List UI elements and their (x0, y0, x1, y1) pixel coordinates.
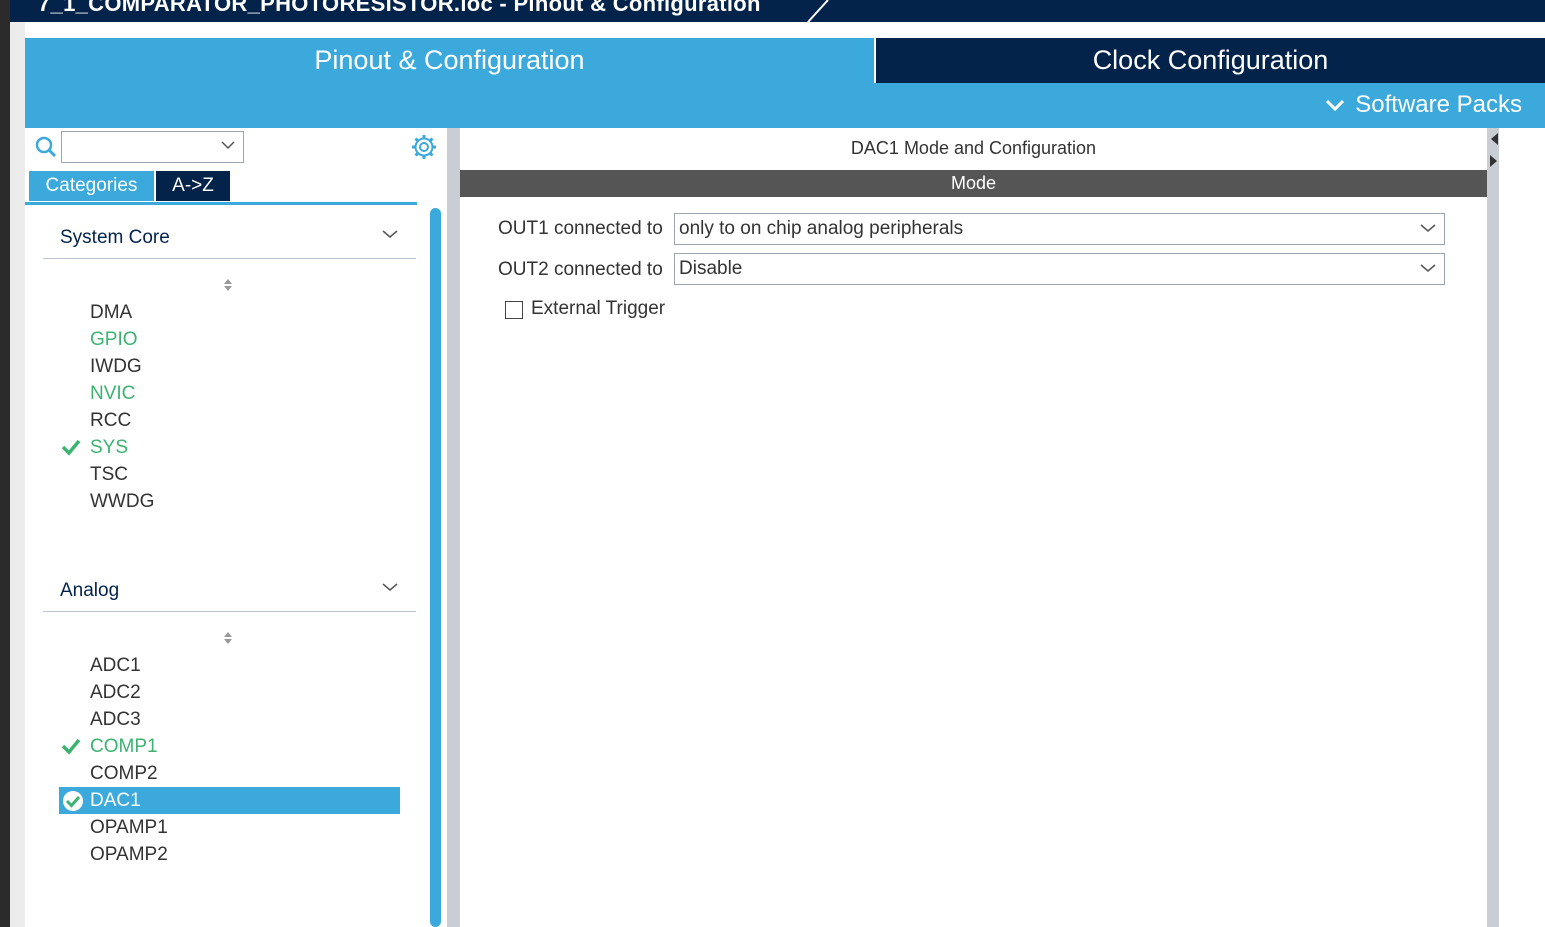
list-item[interactable]: OPAMP2 (90, 841, 168, 868)
list-item-label: DAC1 (90, 790, 141, 811)
list-item[interactable]: ADC3 (90, 706, 141, 733)
scrollbar-thumb[interactable] (430, 208, 441, 927)
chevron-down-icon (382, 583, 398, 591)
list-item[interactable]: ADC1 (90, 652, 141, 679)
panel-title: DAC1 Mode and Configuration (850, 138, 1097, 158)
right-collapse-bar[interactable] (1487, 128, 1499, 927)
mode-configuration-panel: DAC1 Mode and Configuration Mode OUT1 co… (460, 128, 1487, 927)
editor-title: 7_1_COMPARATOR_PHOTORESISTOR.ioc - Pinou… (38, 0, 761, 16)
list-item[interactable]: ADC2 (90, 679, 141, 706)
list-item[interactable]: GPIO (90, 326, 138, 353)
chevron-down-icon (221, 141, 235, 150)
chevron-down-icon (382, 230, 398, 238)
editor-title-bar: 7_1_COMPARATOR_PHOTORESISTOR.ioc - Pinou… (10, 0, 1545, 22)
external-trigger-label: External Trigger (531, 298, 666, 319)
list-item[interactable]: WWDG (90, 488, 154, 515)
chevron-left-icon[interactable] (1489, 132, 1499, 146)
tab-clock-configuration[interactable]: Clock Configuration (876, 38, 1545, 83)
software-packs-label: Software Packs (1355, 91, 1522, 118)
list-item[interactable]: TSC (90, 461, 128, 488)
check-icon (61, 738, 81, 755)
secondary-toolbar: Software Packs (25, 83, 1545, 128)
search-icon[interactable] (35, 136, 57, 158)
group-title: Analog (60, 580, 120, 601)
tab-categories[interactable]: Categories (29, 171, 154, 201)
tabs-underline (25, 202, 417, 205)
list-item-selected[interactable]: DAC1 (59, 787, 400, 814)
group-header-analog[interactable]: Analog (43, 578, 416, 612)
list-item[interactable]: RCC (90, 407, 131, 434)
list-item[interactable]: DMA (90, 299, 132, 326)
check-icon (61, 439, 81, 456)
categories-panel: Categories A->Z System Core DMA GPIO IWD… (25, 128, 447, 927)
title-tab-edge-icon (807, 0, 829, 22)
right-margin (1499, 128, 1545, 927)
chevron-down-icon (1420, 224, 1436, 232)
out1-select[interactable]: only to on chip analog peripherals (674, 213, 1445, 245)
group-title: System Core (60, 227, 170, 248)
out2-value: Disable (679, 258, 743, 279)
tab-a-to-z[interactable]: A->Z (156, 171, 230, 201)
out2-label: OUT2 connected to (498, 259, 663, 280)
chevron-down-icon (1326, 99, 1345, 112)
external-trigger-checkbox[interactable] (505, 301, 523, 319)
list-item[interactable]: NVIC (90, 380, 135, 407)
search-combo[interactable] (61, 131, 244, 163)
sort-icon[interactable] (221, 277, 235, 293)
window-left-edge (0, 0, 10, 927)
mode-section-header[interactable]: Mode (460, 170, 1487, 197)
list-item[interactable]: COMP2 (90, 760, 158, 787)
group-header-system-core[interactable]: System Core (43, 225, 416, 259)
gear-icon[interactable] (411, 134, 437, 160)
tab-pinout-configuration[interactable]: Pinout & Configuration (25, 38, 874, 83)
software-packs-menu[interactable]: Software Packs (1325, 91, 1522, 119)
out1-label: OUT1 connected to (498, 218, 663, 239)
sort-icon[interactable] (221, 630, 235, 646)
out1-value: only to on chip analog peripherals (679, 218, 964, 239)
list-item[interactable]: IWDG (90, 353, 142, 380)
chevron-down-icon (1420, 264, 1436, 272)
list-item[interactable]: COMP1 (90, 733, 158, 760)
window-left-margin (10, 22, 25, 927)
out2-select[interactable]: Disable (674, 253, 1445, 285)
app-window: 7_1_COMPARATOR_PHOTORESISTOR.ioc - Pinou… (0, 0, 1545, 927)
list-item[interactable]: OPAMP1 (90, 814, 168, 841)
panel-splitter[interactable] (447, 128, 460, 927)
check-circle-icon (63, 791, 83, 811)
chevron-right-icon[interactable] (1489, 154, 1499, 168)
list-item[interactable]: SYS (90, 434, 128, 461)
